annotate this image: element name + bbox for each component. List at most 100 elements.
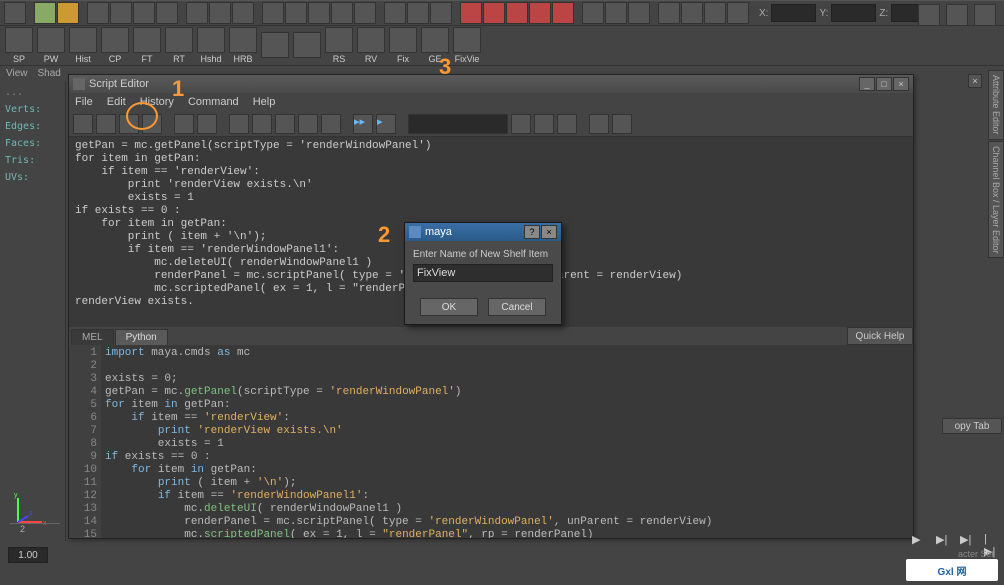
copy-tab-button[interactable]: opy Tab <box>942 418 1002 434</box>
toolbar-icon[interactable] <box>110 2 132 24</box>
execute-all-icon[interactable]: ▸ <box>376 114 396 134</box>
toolbar-icon[interactable] <box>582 2 604 24</box>
toolbar-icon[interactable] <box>557 114 577 134</box>
shelf-button[interactable]: GE <box>420 27 450 64</box>
menu-item[interactable]: Help <box>253 96 276 108</box>
toolbar-icon[interactable] <box>628 2 650 24</box>
toolbar-icon[interactable] <box>727 2 749 24</box>
shelf-name-input[interactable] <box>413 264 553 282</box>
menu-item[interactable]: Command <box>188 96 239 108</box>
toolbar-icon[interactable] <box>321 114 341 134</box>
shelf-button[interactable]: CP <box>100 27 130 64</box>
toolbar-icon[interactable] <box>704 2 726 24</box>
toolbar-icon[interactable] <box>460 2 482 24</box>
save-to-shelf-icon[interactable] <box>119 114 139 134</box>
toolbar-icon[interactable] <box>174 114 194 134</box>
toolbar-icon[interactable] <box>4 2 26 24</box>
menu-item[interactable]: History <box>140 96 174 108</box>
shelf-button[interactable]: Hist <box>68 27 98 64</box>
toolbar-icon[interactable] <box>285 2 307 24</box>
quick-help-panel[interactable]: Quick Help <box>847 327 913 345</box>
mel-tab[interactable]: MEL <box>71 329 114 345</box>
toolbar-icon[interactable] <box>946 4 968 26</box>
maximize-button[interactable]: □ <box>876 77 892 91</box>
close-button[interactable]: × <box>893 77 909 91</box>
cancel-button[interactable]: Cancel <box>488 298 546 316</box>
toolbar-icon[interactable] <box>506 2 528 24</box>
shelf-button[interactable]: FixVie <box>452 27 482 64</box>
search-field[interactable] <box>408 114 508 134</box>
toolbar-icon[interactable] <box>156 2 178 24</box>
menu-item[interactable]: Edit <box>107 96 126 108</box>
toolbar-icon[interactable] <box>87 2 109 24</box>
shading-menu[interactable]: Shad <box>38 68 61 79</box>
toolbar-icon[interactable] <box>186 2 208 24</box>
shelf-button[interactable] <box>292 32 322 59</box>
shelf-button[interactable]: RT <box>164 27 194 64</box>
toolbar-icon[interactable] <box>605 2 627 24</box>
toolbar-icon[interactable] <box>298 114 318 134</box>
execute-icon[interactable]: ▸▸ <box>353 114 373 134</box>
x-input[interactable] <box>771 4 816 22</box>
shelf-button[interactable]: FT <box>132 27 162 64</box>
toolbar-icon[interactable] <box>354 2 376 24</box>
toolbar-icon[interactable] <box>589 114 609 134</box>
timeline[interactable]: 2 <box>10 523 60 538</box>
end-range-icon[interactable]: |▶| <box>984 533 998 547</box>
toolbar-icon[interactable] <box>308 2 330 24</box>
toolbar-icon[interactable] <box>262 2 284 24</box>
shelf-button[interactable]: SP <box>4 27 34 64</box>
step-fwd-icon[interactable]: ▶| <box>936 533 950 547</box>
toolbar-icon[interactable] <box>407 2 429 24</box>
toolbar-icon[interactable] <box>197 114 217 134</box>
frame-input[interactable] <box>8 547 48 563</box>
right-close-icon[interactable]: × <box>968 74 982 88</box>
shelf-button[interactable]: Hshd <box>196 27 226 64</box>
toolbar-icon[interactable] <box>57 2 79 24</box>
open-script-icon[interactable] <box>73 114 93 134</box>
toolbar-icon[interactable] <box>511 114 531 134</box>
channel-box-tab[interactable]: Channel Box / Layer Editor <box>988 141 1004 259</box>
minimize-button[interactable]: _ <box>859 77 875 91</box>
dialog-close-button[interactable]: × <box>541 225 557 239</box>
toolbar-icon[interactable] <box>483 2 505 24</box>
toolbar-icon[interactable] <box>275 114 295 134</box>
shelf-button[interactable]: RS <box>324 27 354 64</box>
shelf-button[interactable]: Fix <box>388 27 418 64</box>
end-icon[interactable]: ▶| <box>960 533 974 547</box>
toolbar-icon[interactable] <box>918 4 940 26</box>
python-tab[interactable]: Python <box>115 329 168 345</box>
toolbar-icon[interactable] <box>229 114 249 134</box>
shelf-button[interactable]: PW <box>36 27 66 64</box>
toolbar-icon[interactable] <box>133 2 155 24</box>
save-script-icon[interactable] <box>96 114 116 134</box>
shelf-button[interactable]: RV <box>356 27 386 64</box>
toolbar-icon[interactable] <box>552 2 574 24</box>
toolbar-icon[interactable] <box>529 2 551 24</box>
dialog-help-button[interactable]: ? <box>524 225 540 239</box>
ok-button[interactable]: OK <box>420 298 478 316</box>
code-editor[interactable]: 123456789101112131415 import maya.cmds a… <box>69 345 913 538</box>
toolbar-icon[interactable] <box>612 114 632 134</box>
menu-item[interactable]: File <box>75 96 93 108</box>
shelf-button[interactable]: HRB <box>228 27 258 64</box>
shelf-button[interactable] <box>260 32 290 59</box>
toolbar-icon[interactable] <box>209 2 231 24</box>
toolbar-icon[interactable] <box>384 2 406 24</box>
dialog-titlebar[interactable]: maya ? × <box>405 223 561 241</box>
code-content[interactable]: import maya.cmds as mc exists = 0;getPan… <box>101 345 913 538</box>
toolbar-icon[interactable] <box>34 2 56 24</box>
toolbar-icon[interactable] <box>142 114 162 134</box>
toolbar-icon[interactable] <box>658 2 680 24</box>
toolbar-icon[interactable] <box>252 114 272 134</box>
toolbar-icon[interactable] <box>681 2 703 24</box>
view-menu[interactable]: View <box>6 68 28 79</box>
y-input[interactable] <box>831 4 876 22</box>
toolbar-icon[interactable] <box>534 114 554 134</box>
attribute-editor-tab[interactable]: Attribute Editor <box>988 70 1004 140</box>
toolbar-icon[interactable] <box>331 2 353 24</box>
toolbar-icon[interactable] <box>430 2 452 24</box>
toolbar-icon[interactable] <box>974 4 996 26</box>
window-titlebar[interactable]: Script Editor _ □ × <box>69 75 913 93</box>
play-icon[interactable]: ▶ <box>912 533 926 547</box>
